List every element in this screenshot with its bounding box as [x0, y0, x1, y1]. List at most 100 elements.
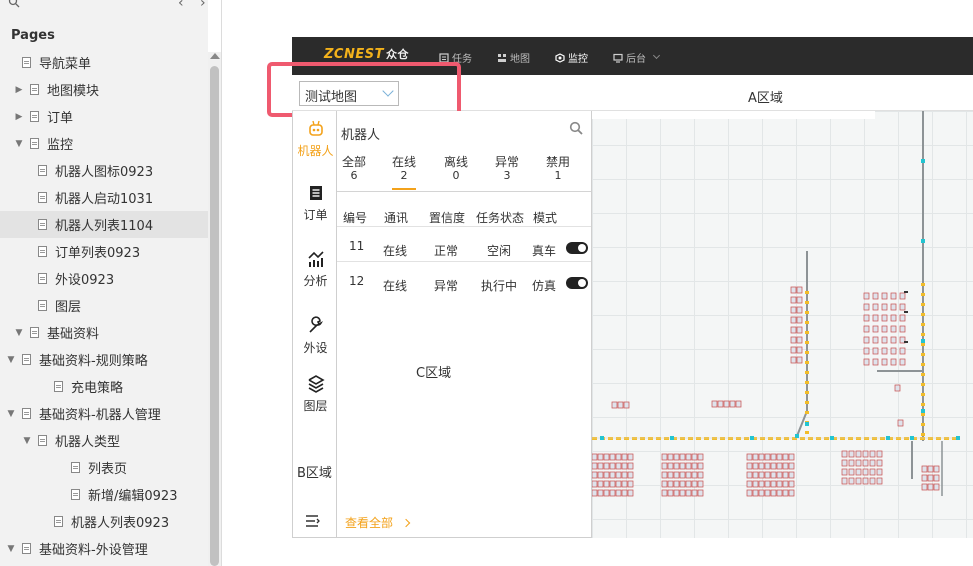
- map-shelf: [685, 480, 692, 488]
- nav-monitor[interactable]: 监控: [555, 50, 588, 65]
- page-doc-icon: [38, 435, 47, 446]
- tree-item[interactable]: 导航菜单: [0, 49, 208, 76]
- map-path-segment: [921, 313, 925, 316]
- page-doc-icon: [22, 543, 31, 554]
- table-row[interactable]: 12 在线 异常 执行中 仿真: [337, 261, 591, 295]
- map-node: [795, 434, 799, 438]
- map-path-segment: [640, 437, 645, 440]
- tree-item[interactable]: ▼ 基础资料-机器人管理: [0, 400, 208, 427]
- map-shelf: [603, 453, 610, 461]
- sidebar-item-robot[interactable]: 机器人: [293, 119, 338, 159]
- map-node: [921, 159, 925, 163]
- tree-item[interactable]: ▼ 监控: [0, 130, 208, 157]
- map-shelf: [869, 450, 876, 458]
- tab-offline[interactable]: 离线 0: [436, 155, 476, 183]
- previous-page-button[interactable]: ‹: [178, 0, 184, 11]
- tree-item[interactable]: ▼ 基础资料: [0, 319, 208, 346]
- sidebar-item-peripheral[interactable]: 外设: [293, 316, 338, 356]
- table-row[interactable]: 11 在线 正常 空闲 真车: [337, 226, 591, 260]
- map-node: [910, 436, 914, 440]
- tree-item[interactable]: 订单列表0923: [0, 238, 208, 265]
- tree-item[interactable]: 充电策略: [0, 373, 208, 400]
- next-page-button[interactable]: ›: [200, 0, 206, 11]
- tree-item[interactable]: 外设0923: [0, 265, 208, 292]
- nav-map[interactable]: 地图: [497, 50, 530, 65]
- map-shelf: [841, 459, 848, 467]
- nav-backend[interactable]: 后台: [613, 50, 661, 65]
- tree-item[interactable]: ▼ 机器人类型: [0, 427, 208, 454]
- expand-down-icon[interactable]: ▼: [22, 436, 32, 446]
- robot-mode-toggle[interactable]: [566, 242, 588, 254]
- tab-all-count: 6: [350, 169, 358, 182]
- map-path-segment: [688, 437, 693, 440]
- expand-down-icon[interactable]: ▼: [6, 544, 16, 554]
- map-shelf: [776, 462, 783, 470]
- tree-item[interactable]: 机器人列表1104: [0, 211, 208, 238]
- warehouse-map[interactable]: [592, 111, 973, 538]
- search-icon[interactable]: [8, 0, 20, 8]
- tree-item[interactable]: 图层: [0, 292, 208, 319]
- sidebar-item-robot-label: 机器人: [297, 144, 334, 158]
- map-node: [830, 436, 834, 440]
- map-shelf: [796, 316, 803, 324]
- expand-down-icon[interactable]: ▼: [14, 139, 24, 149]
- map-shelf: [782, 471, 789, 479]
- map-shelf: [723, 400, 730, 408]
- tree-item[interactable]: 新增/编辑0923: [0, 481, 208, 508]
- tree-item[interactable]: ▶ 订单: [0, 103, 208, 130]
- map-shelf: [855, 450, 862, 458]
- expand-right-icon[interactable]: ▶: [14, 85, 24, 95]
- warehouse-map-canvas[interactable]: [592, 111, 973, 538]
- map-shelf: [881, 292, 888, 300]
- sidebar-item-order[interactable]: 订单: [293, 183, 338, 223]
- tree-item-label: 基础资料-机器人管理: [39, 408, 161, 423]
- tab-all[interactable]: 全部 6: [334, 155, 374, 183]
- tab-abnormal[interactable]: 异常 3: [487, 155, 527, 183]
- expand-down-icon[interactable]: ▼: [14, 328, 24, 338]
- scroll-up-arrow-icon[interactable]: [210, 53, 220, 59]
- tab-all-label: 全部: [341, 155, 366, 169]
- expand-down-icon[interactable]: ▼: [6, 355, 16, 365]
- tab-disabled[interactable]: 禁用 1: [538, 155, 578, 183]
- tree-item[interactable]: ▼ 基础资料-外设管理: [0, 535, 208, 562]
- map-shelf: [697, 462, 704, 470]
- expand-right-icon[interactable]: ▶: [14, 112, 24, 122]
- map-shelf: [764, 489, 771, 497]
- map-shelf: [770, 480, 777, 488]
- tree-item-label: 机器人列表1104: [55, 219, 154, 234]
- map-shelf: [876, 468, 883, 476]
- view-all-link[interactable]: 查看全部: [345, 514, 411, 531]
- tree-item[interactable]: 列表页: [0, 454, 208, 481]
- pages-scrollbar-thumb[interactable]: [210, 66, 219, 566]
- map-shelf: [697, 489, 704, 497]
- expand-down-icon[interactable]: ▼: [6, 409, 16, 419]
- map-path-segment: [921, 403, 925, 406]
- map-shelf: [764, 480, 771, 488]
- tree-item[interactable]: 机器人列表0923: [0, 508, 208, 535]
- map-shelf: [863, 292, 870, 300]
- tree-item[interactable]: ▶ 地图模块: [0, 76, 208, 103]
- map-path-segment: [840, 437, 845, 440]
- map-shelf: [609, 462, 616, 470]
- map-shelf: [863, 358, 870, 366]
- backend-icon: [613, 53, 623, 63]
- map-shelf: [691, 471, 698, 479]
- robot-table-header: 编号 通讯 置信度 任务状态 模式: [337, 209, 591, 227]
- search-icon[interactable]: [569, 121, 583, 135]
- tab-abnormal-count: 3: [503, 169, 511, 182]
- sidebar-item-analysis[interactable]: 分析: [293, 249, 338, 289]
- robot-mode-toggle[interactable]: [566, 277, 588, 289]
- tree-item[interactable]: 机器人启动1031: [0, 184, 208, 211]
- robot-task-status: 空闲: [487, 244, 512, 258]
- map-shelf: [899, 325, 906, 333]
- robot-id: 12: [349, 274, 365, 288]
- tree-item-label: 基础资料-规则策略: [39, 354, 148, 369]
- tree-item[interactable]: ▼ 基础资料-规则策略: [0, 346, 208, 373]
- map-shelf: [790, 346, 797, 354]
- sidebar-item-layers[interactable]: 图层: [293, 374, 338, 414]
- pages-panel: ‹ › Pages 导航菜单 ▶ 地图模块 ▶ 订单 ▼ 监控 机器人图标0923 机器人启动1…: [0, 0, 208, 566]
- page-doc-icon: [30, 111, 39, 122]
- tree-item[interactable]: 机器人图标0923: [0, 157, 208, 184]
- menu-icon[interactable]: [305, 514, 321, 528]
- tab-online[interactable]: 在线 2: [384, 155, 424, 190]
